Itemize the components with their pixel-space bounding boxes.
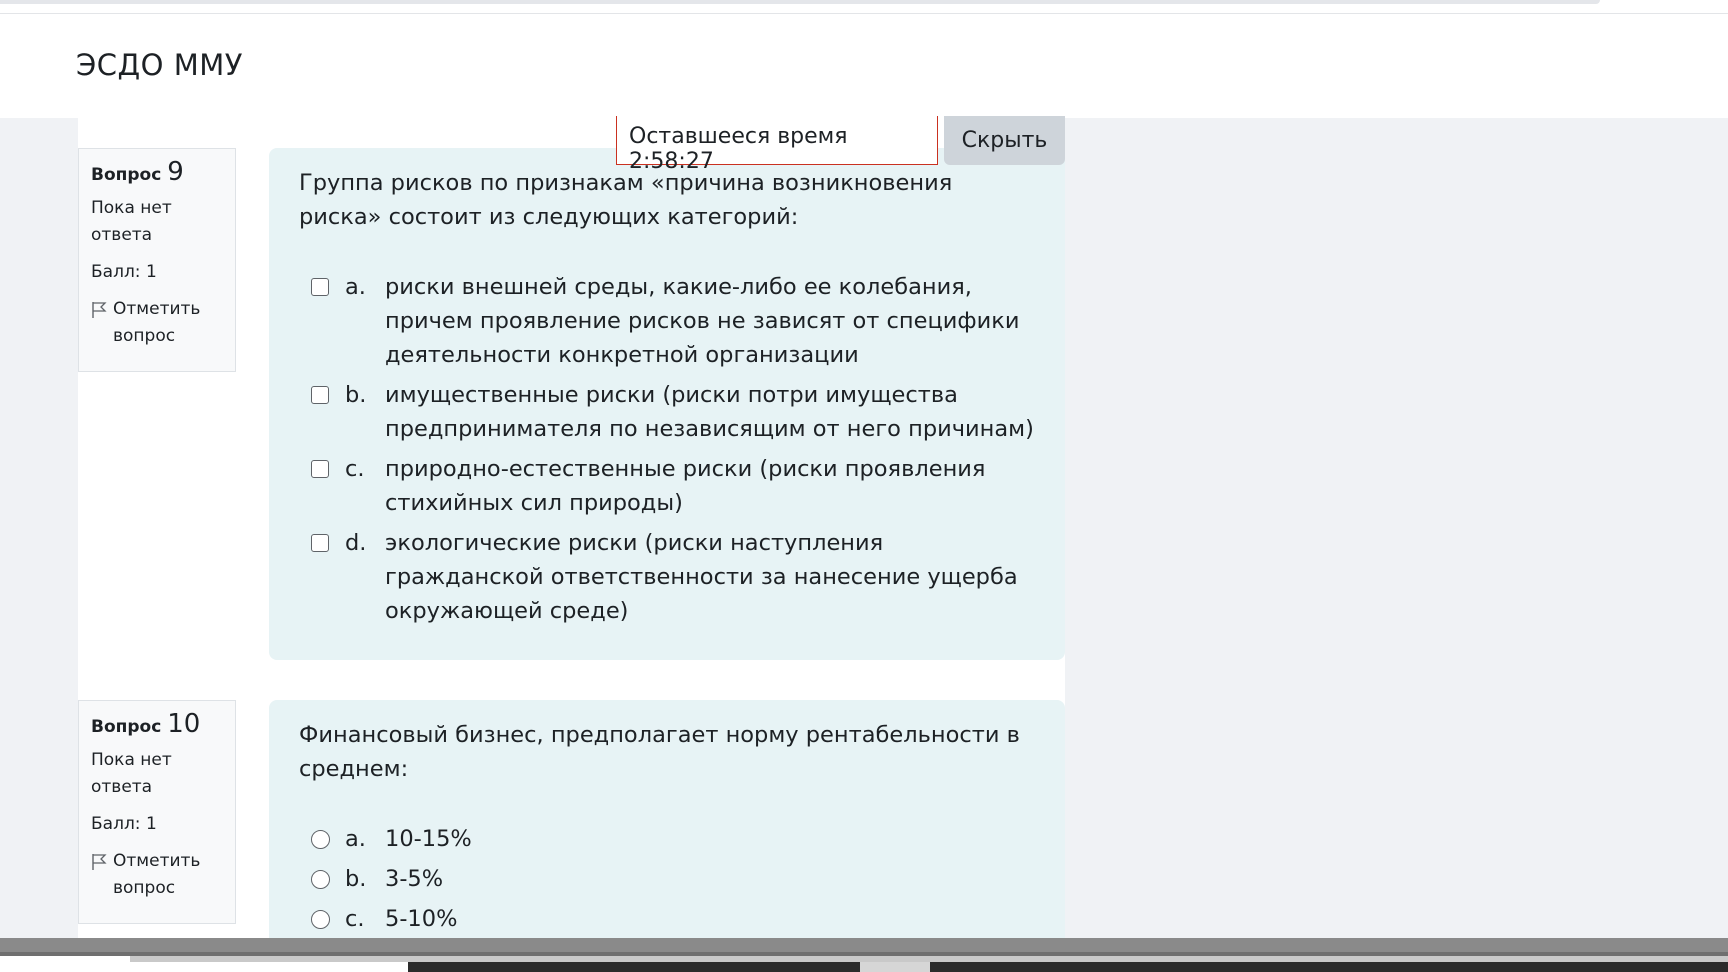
question-formulation-9: Группа рисков по признакам «причина возн…	[269, 148, 1065, 660]
bottom-scrollbar[interactable]	[0, 938, 1728, 972]
answer-text: природно-естественные риски (риски прояв…	[385, 456, 986, 516]
flag-icon	[92, 302, 107, 318]
question-state: Пока нет ответа	[91, 198, 172, 245]
answer-option-b[interactable]: b. имущественные риски (риски потри имущ…	[299, 378, 1035, 446]
question-info-10: Вопрос 10 Пока нет ответа Балл: 1 Отмети…	[78, 700, 236, 924]
question-grade: Балл: 1	[91, 262, 157, 282]
browser-top-strip	[0, 0, 1728, 14]
hide-timer-button[interactable]: Скрыть	[944, 116, 1065, 165]
answer-checkbox[interactable]	[311, 386, 329, 404]
answer-option-a[interactable]: a. 10-15%	[299, 822, 1035, 856]
scrollbar-track	[0, 938, 1728, 952]
question-formulation-10: Финансовый бизнес, предполагает норму ре…	[269, 700, 1065, 938]
answer-text: риски внешней среды, какие-либо ее колеб…	[385, 274, 1020, 368]
answer-option-b[interactable]: b. 3-5%	[299, 862, 1035, 896]
answer-option-c[interactable]: c. 5-10%	[299, 902, 1035, 936]
question-number: Вопрос 10	[91, 709, 201, 739]
answer-list: a. риски внешней среды, какие-либо ее ко…	[299, 270, 1035, 628]
flag-question-label: Отметить вопрос	[113, 299, 201, 346]
flag-question-link[interactable]: Отметить вопрос	[91, 848, 223, 902]
answer-radio[interactable]	[311, 870, 330, 889]
answer-text: имущественные риски (риски потри имущест…	[385, 382, 1034, 442]
top-progress-bar	[0, 0, 1600, 4]
answer-radio[interactable]	[311, 830, 330, 849]
site-header: ЭСДО ММУ	[0, 14, 1728, 118]
question-state: Пока нет ответа	[91, 750, 172, 797]
answer-option-c[interactable]: c. природно-естественные риски (риски пр…	[299, 452, 1035, 520]
site-title[interactable]: ЭСДО ММУ	[76, 48, 243, 82]
answer-text: 3-5%	[385, 866, 444, 892]
question-info-9: Вопрос 9 Пока нет ответа Балл: 1 Отметит…	[78, 148, 236, 372]
flag-question-label: Отметить вопрос	[113, 851, 201, 898]
answer-radio[interactable]	[311, 910, 330, 929]
answer-text: 5-10%	[385, 906, 458, 932]
answer-checkbox[interactable]	[311, 534, 329, 552]
answer-list: a. 10-15% b. 3-5% c. 5-10%	[299, 822, 1035, 936]
question-number: Вопрос 9	[91, 157, 184, 187]
answer-option-a[interactable]: a. риски внешней среды, какие-либо ее ко…	[299, 270, 1035, 372]
question-text: Группа рисков по признакам «причина возн…	[299, 170, 953, 230]
scrollbar-thumb[interactable]	[408, 962, 1728, 972]
scrollbar-thumb-highlight	[860, 962, 930, 972]
flag-question-link[interactable]: Отметить вопрос	[91, 296, 223, 350]
answer-text: 10-15%	[385, 826, 472, 852]
answer-checkbox[interactable]	[311, 460, 329, 478]
question-grade: Балл: 1	[91, 814, 157, 834]
question-text: Финансовый бизнес, предполагает норму ре…	[299, 722, 1020, 782]
answer-text: экологические риски (риски наступления г…	[385, 530, 1018, 624]
answer-option-d[interactable]: d. экологические риски (риски наступлени…	[299, 526, 1035, 628]
flag-icon	[92, 854, 107, 870]
answer-checkbox[interactable]	[311, 278, 329, 296]
timer-display: Оставшееся время 2:58:27	[616, 116, 938, 174]
